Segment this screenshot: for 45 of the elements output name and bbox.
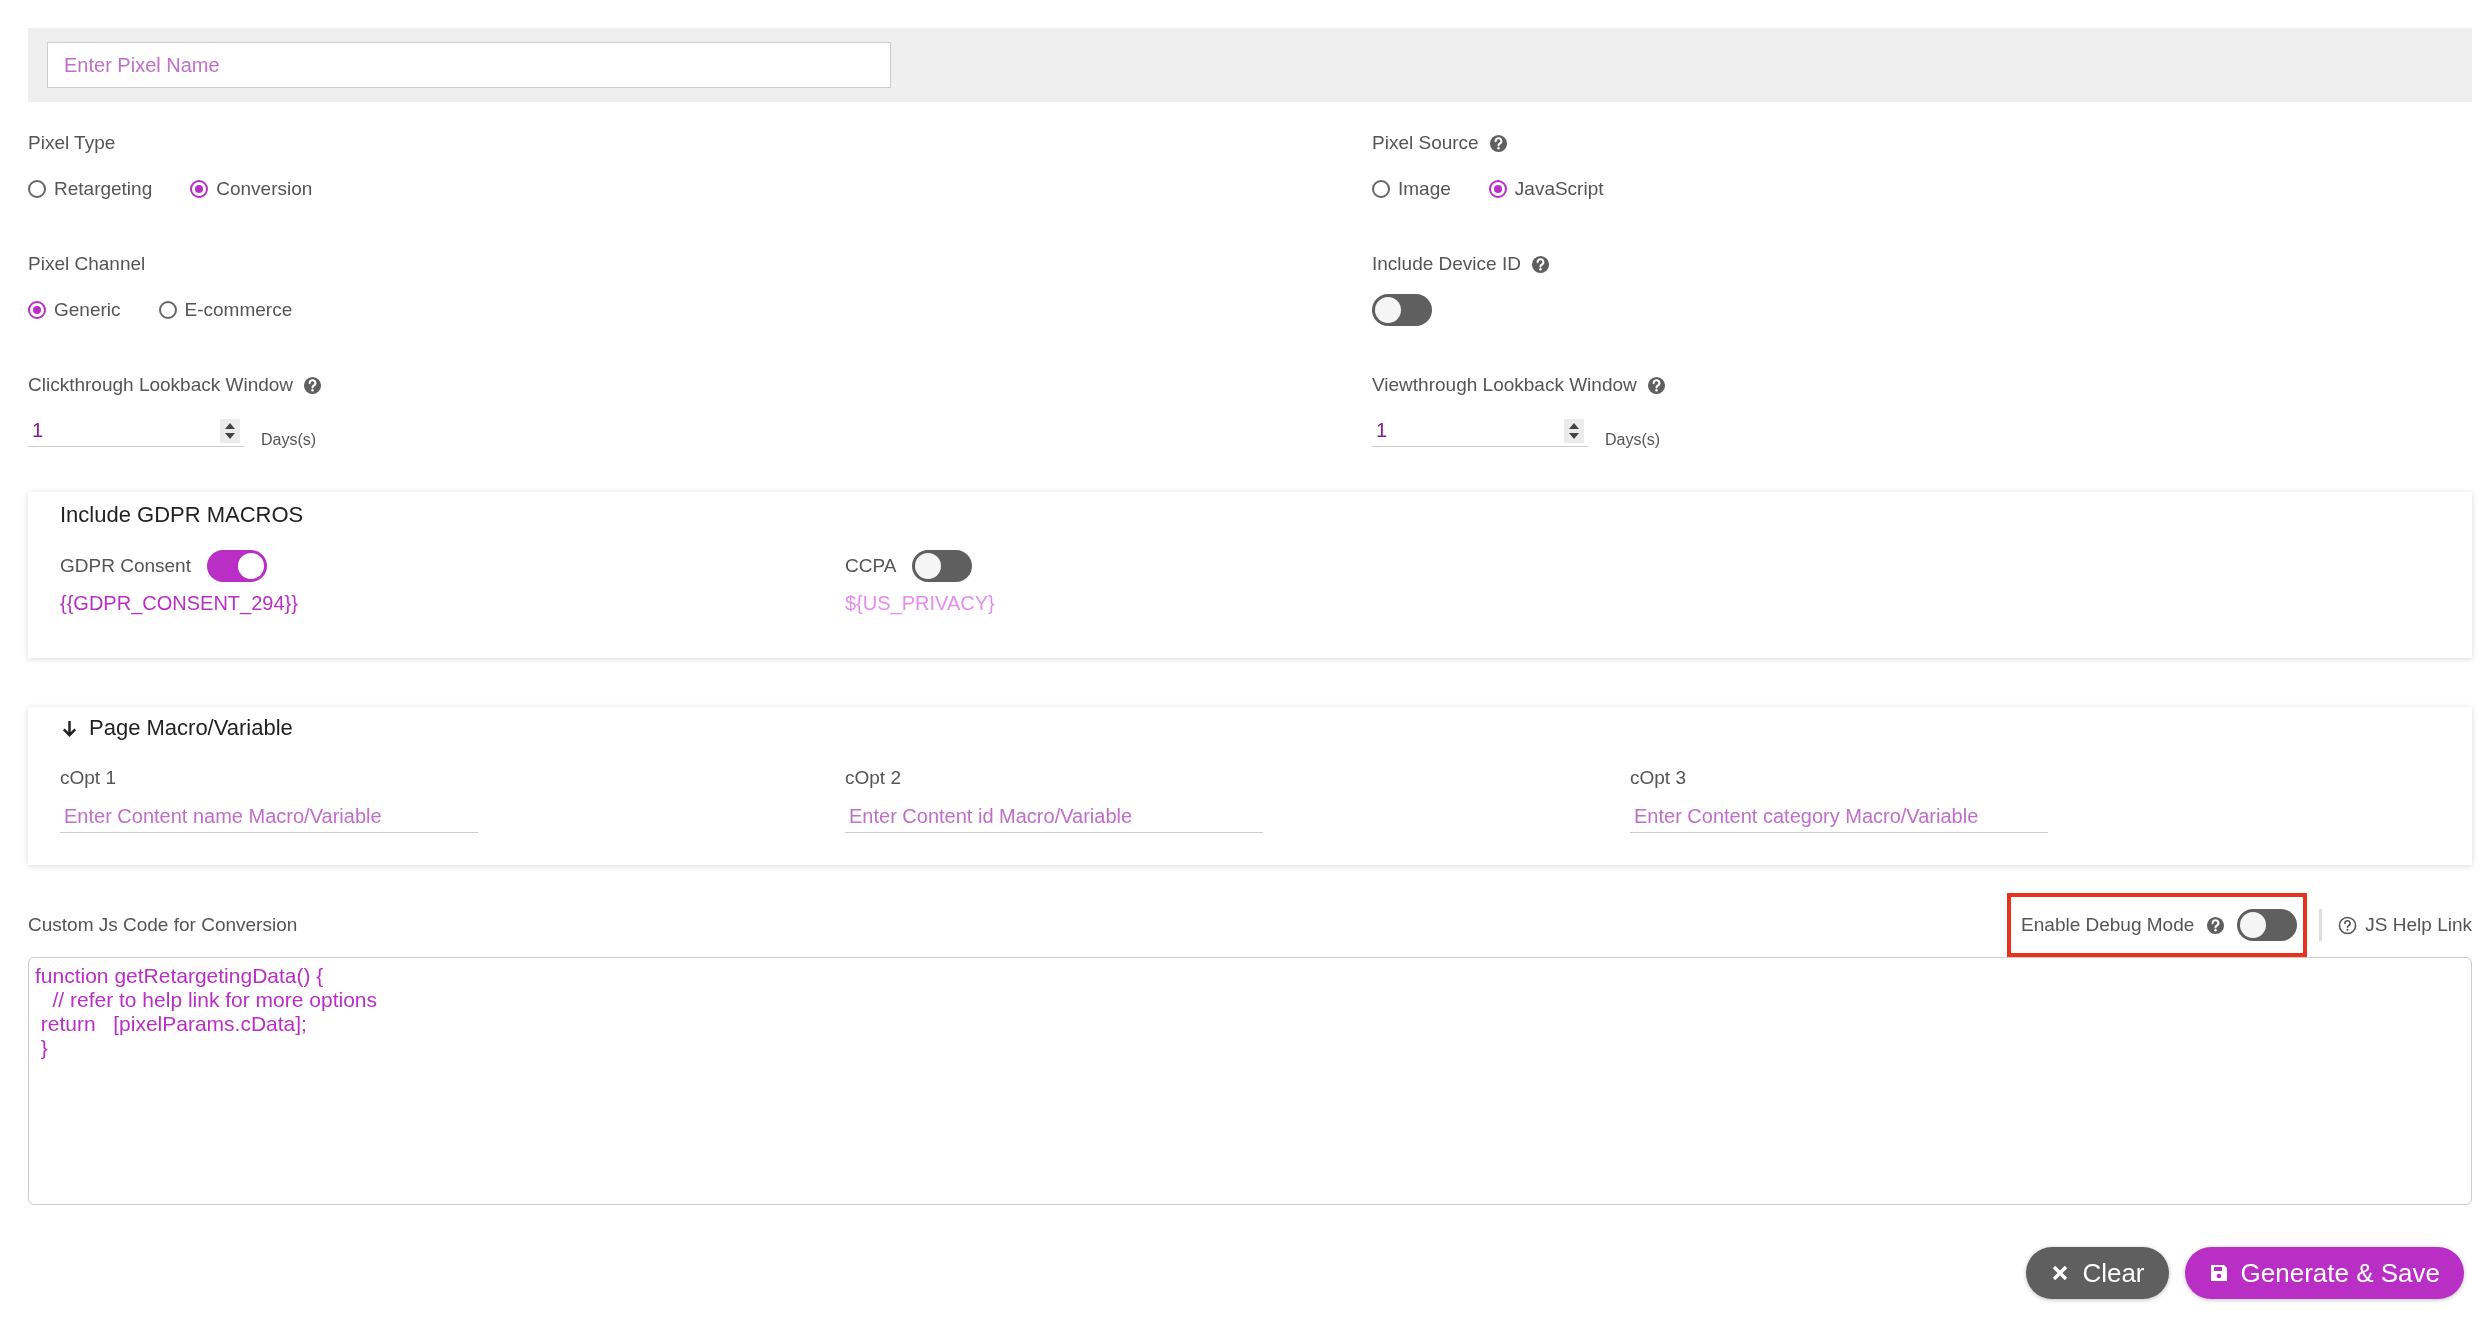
radio-option[interactable]: JavaScript bbox=[1488, 178, 1604, 200]
radio-option[interactable]: Image bbox=[1372, 178, 1451, 200]
spinner-icon[interactable] bbox=[1564, 418, 1584, 443]
pixel-name-field[interactable]: Enter Pixel Name bbox=[47, 42, 891, 88]
card-title: Include GDPR MACROS bbox=[60, 502, 305, 528]
radio-option[interactable]: Retargeting bbox=[28, 178, 153, 200]
macro-text: ${US_PRIVACY} bbox=[845, 592, 995, 615]
code-editor-field[interactable]: function getRetargetingData() { // refer to help link for more options return [pixelParams.cData]; } bbox=[28, 957, 2472, 1205]
generate-save-button[interactable]: Generate & Save bbox=[2184, 1247, 2464, 1299]
radio-option[interactable]: Conversion bbox=[190, 178, 313, 200]
field-label: cOpt 3 bbox=[1630, 767, 1687, 789]
field-label: cOpt 2 bbox=[845, 767, 902, 789]
field-label: Include Device ID bbox=[1372, 253, 1521, 275]
unit-label: Days(s) bbox=[261, 431, 317, 449]
card-title: Page Macro/Variable bbox=[89, 715, 293, 741]
field-label: Pixel Channel bbox=[28, 253, 146, 275]
field-label: Viewthrough Lookback Window bbox=[1372, 374, 1637, 396]
field-label: Pixel Source bbox=[1372, 132, 1479, 154]
arrow-down-icon[interactable] bbox=[60, 718, 79, 738]
toggle-switch[interactable] bbox=[206, 550, 267, 582]
toggle-switch[interactable] bbox=[912, 550, 973, 582]
field-label: Custom Js Code for Conversion bbox=[28, 914, 298, 936]
help-icon[interactable] bbox=[303, 375, 323, 395]
field-label: Clickthrough Lookback Window bbox=[28, 374, 294, 396]
clear-button[interactable]: Clear bbox=[2026, 1247, 2169, 1299]
radio-option[interactable]: Generic bbox=[28, 299, 121, 321]
help-icon bbox=[2338, 915, 2358, 935]
field-label: cOpt 1 bbox=[60, 767, 117, 789]
help-icon[interactable] bbox=[1530, 254, 1550, 274]
help-icon[interactable] bbox=[2206, 915, 2226, 935]
help-icon[interactable] bbox=[1646, 375, 1666, 395]
toggle-label: CCPA bbox=[845, 555, 897, 577]
number-field[interactable]: 1 bbox=[28, 415, 244, 447]
help-icon[interactable] bbox=[1488, 133, 1508, 153]
toggle-label: GDPR Consent bbox=[60, 555, 191, 577]
spinner-icon[interactable] bbox=[220, 418, 240, 443]
toggle-switch[interactable] bbox=[1372, 294, 1432, 326]
unit-label: Days(s) bbox=[1605, 431, 1661, 449]
toggle-switch[interactable] bbox=[2237, 909, 2298, 941]
number-field[interactable]: 1 bbox=[1372, 415, 1588, 447]
macro-text: {{GDPR_CONSENT_294}} bbox=[60, 592, 298, 615]
field-label: Pixel Type bbox=[28, 132, 116, 154]
toggle-label: Enable Debug Mode bbox=[2021, 914, 2195, 936]
radio-option[interactable]: E-commerce bbox=[158, 299, 293, 321]
help-link[interactable]: JS Help Link bbox=[2338, 914, 2472, 936]
